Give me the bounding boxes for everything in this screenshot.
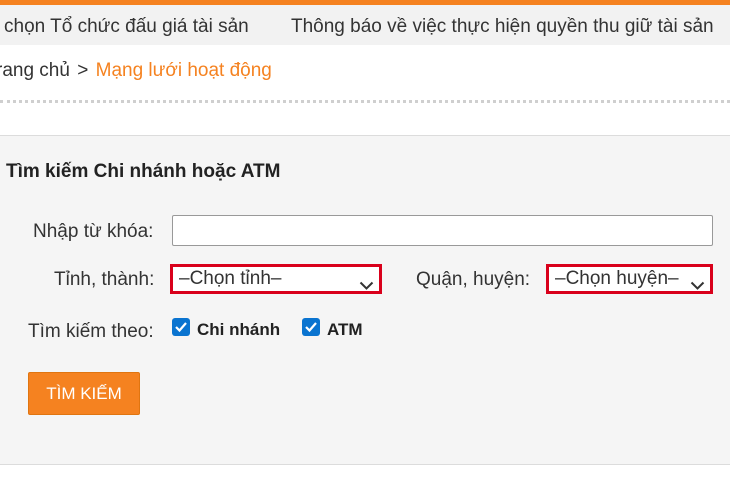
province-label: Tỉnh, thành:: [54, 269, 155, 290]
chevron-down-icon: [690, 275, 705, 297]
atm-checkbox-label[interactable]: ATM: [327, 320, 363, 340]
search-by-label: Tìm kiếm theo:: [28, 321, 154, 342]
district-label: Quận, huyện:: [416, 269, 531, 290]
breadcrumb-current[interactable]: Mạng lưới hoạt động: [96, 60, 272, 81]
breadcrumb: rang chủ > Mạng lưới hoạt động: [0, 60, 272, 82]
news-ticker: chọn Tổ chức đấu giá tài sản Thông báo v…: [0, 5, 730, 45]
district-select-value: –Chọn huyện–: [555, 268, 679, 289]
search-panel: Tìm kiếm Chi nhánh hoặc ATM Nhập từ khóa…: [0, 135, 730, 465]
keyword-input[interactable]: [172, 215, 713, 246]
province-select[interactable]: –Chọn tỉnh–: [170, 264, 382, 294]
keyword-label: Nhập từ khóa:: [33, 221, 154, 242]
province-select-value: –Chọn tỉnh–: [179, 268, 282, 289]
breadcrumb-separator: >: [77, 60, 89, 81]
breadcrumb-home-link[interactable]: rang chủ: [0, 60, 70, 81]
checkmark-icon: [175, 322, 187, 333]
branch-checkbox-label[interactable]: Chi nhánh: [197, 320, 280, 340]
atm-checkbox[interactable]: [302, 318, 320, 336]
district-select[interactable]: –Chọn huyện–: [546, 264, 713, 294]
ticker-item[interactable]: Thông báo về việc thực hiện quyền thu gi…: [291, 16, 714, 38]
branch-checkbox[interactable]: [172, 318, 190, 336]
search-button[interactable]: TÌM KIẾM: [28, 372, 140, 415]
dotted-divider: [0, 100, 730, 103]
ticker-item[interactable]: chọn Tổ chức đấu giá tài sản: [4, 16, 249, 38]
chevron-down-icon: [359, 275, 374, 297]
search-title: Tìm kiếm Chi nhánh hoặc ATM: [6, 161, 281, 182]
checkmark-icon: [305, 322, 317, 333]
